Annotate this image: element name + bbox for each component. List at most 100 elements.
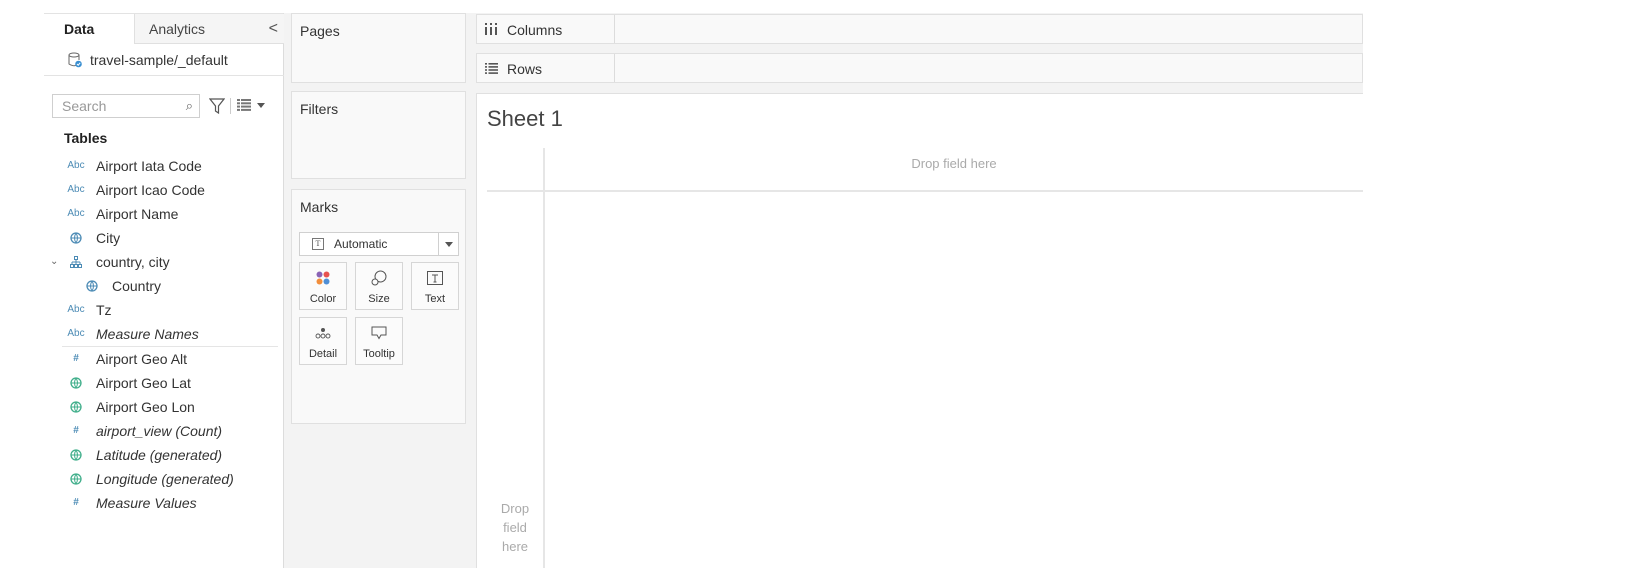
field-item[interactable]: City — [44, 226, 284, 250]
field-list: Abc Airport Iata Code Abc Airport Icao C… — [44, 154, 284, 515]
sheet-area: Sheet 1 Drop field here Drop field here — [473, 93, 1363, 568]
field-name: Airport Geo Lat — [96, 375, 191, 391]
detail-mark-label: Detail — [308, 348, 338, 360]
rows-shelf-label: Rows — [485, 54, 615, 82]
field-name: City — [96, 230, 121, 246]
field-item[interactable]: Latitude (generated) — [44, 443, 284, 467]
tab-analytics-label: Analytics — [149, 21, 206, 37]
field-name: Airport Geo Alt — [96, 351, 188, 367]
field-name: airport_view (Count) — [96, 423, 223, 439]
row-header-divider — [543, 148, 545, 568]
detail-mark-button[interactable]: Detail — [299, 317, 347, 365]
sheet-canvas: Sheet 1 Drop field here Drop field here — [476, 93, 1363, 568]
field-item[interactable]: Abc Airport Icao Code — [44, 178, 284, 202]
field-name: Airport Icao Code — [96, 182, 205, 198]
tab-analytics[interactable]: Analytics < — [134, 14, 284, 44]
rows-shelf: Rows — [476, 53, 1363, 83]
data-pane: Data Analytics < travel-sample/_default … — [44, 13, 284, 568]
datasource-label: travel-sample/_default — [90, 52, 228, 68]
datasource-item[interactable]: travel-sample/_default — [44, 44, 284, 76]
rows-icon — [485, 55, 501, 85]
number-type-icon: # — [73, 425, 79, 436]
chevron-down-icon[interactable]: ⌄ — [50, 250, 58, 274]
field-item[interactable]: Airport Geo Lon — [44, 395, 284, 419]
string-type-icon: Abc — [67, 184, 85, 195]
number-type-icon: # — [73, 353, 79, 364]
string-type-icon: Abc — [67, 304, 85, 315]
database-connected-icon — [68, 52, 82, 68]
color-mark-label: Color — [309, 293, 337, 305]
tooltip-icon — [356, 324, 402, 342]
text-icon — [412, 269, 458, 287]
search-icon: ⌕ — [185, 98, 193, 113]
column-header-divider — [487, 190, 1363, 192]
chevron-down-icon[interactable] — [438, 233, 458, 255]
columns-shelf-label: Columns — [485, 15, 615, 43]
rows-label: Rows — [507, 61, 543, 77]
text-mark-button[interactable]: Text — [411, 262, 459, 310]
tooltip-mark-button[interactable]: Tooltip — [355, 317, 403, 365]
columns-drop-zone[interactable] — [617, 15, 1362, 43]
tables-header: Tables — [64, 130, 108, 146]
field-name: Airport Iata Code — [96, 158, 202, 174]
view-list-icon[interactable] — [237, 99, 251, 111]
mark-type-select[interactable]: T Automatic — [299, 232, 459, 256]
search-row: Search ⌕ — [52, 94, 284, 118]
field-item[interactable]: # airport_view (Count) — [44, 419, 284, 443]
sheet-title[interactable]: Sheet 1 — [487, 106, 563, 132]
filter-icon[interactable] — [209, 97, 225, 115]
field-item[interactable]: Abc Tz — [44, 298, 284, 322]
field-item[interactable]: Country — [44, 274, 284, 298]
rows-drop-zone[interactable] — [617, 54, 1362, 82]
size-mark-button[interactable]: Size — [355, 262, 403, 310]
field-item[interactable]: # Airport Geo Alt — [44, 347, 284, 371]
columns-shelf: Columns — [476, 14, 1363, 44]
string-type-icon: Abc — [67, 160, 85, 171]
view-options-dropdown-icon[interactable] — [257, 103, 265, 108]
field-item[interactable]: Abc Measure Names — [44, 322, 284, 346]
text-mark-icon: T — [312, 238, 324, 250]
field-name: Airport Geo Lon — [96, 399, 195, 415]
field-name: country, city — [96, 254, 170, 270]
search-placeholder: Search — [62, 98, 107, 114]
color-dots-icon — [300, 269, 346, 287]
tab-data[interactable]: Data — [44, 14, 134, 44]
mark-type-value: Automatic — [334, 237, 388, 251]
row-drop-zone[interactable]: Drop field here — [487, 499, 543, 556]
marks-card: Marks T Automatic Color Size Text Detail… — [291, 189, 466, 424]
pages-card[interactable]: Pages — [291, 13, 466, 83]
field-item[interactable]: Airport Geo Lat — [44, 371, 284, 395]
field-item[interactable]: # Measure Values — [44, 491, 284, 515]
text-mark-label: Text — [424, 293, 446, 305]
filters-card[interactable]: Filters — [291, 91, 466, 179]
pages-card-title: Pages — [300, 23, 340, 39]
columns-label: Columns — [507, 22, 563, 38]
search-input[interactable]: Search ⌕ — [52, 94, 200, 118]
field-item-hierarchy[interactable]: ⌄ country, city — [44, 250, 284, 274]
string-type-icon: Abc — [67, 328, 85, 339]
column-drop-zone[interactable]: Drop field here — [545, 156, 1363, 171]
field-item[interactable]: Abc Airport Iata Code — [44, 154, 284, 178]
marks-card-title: Marks — [300, 199, 339, 215]
size-mark-label: Size — [368, 293, 390, 305]
field-name: Tz — [96, 302, 112, 318]
field-name: Measure Names — [96, 326, 199, 342]
toolbar-divider — [230, 98, 231, 114]
size-icon — [356, 269, 402, 287]
field-name: Latitude (generated) — [96, 447, 223, 463]
field-item[interactable]: Longitude (generated) — [44, 467, 284, 491]
pane-tabs: Data Analytics < — [44, 14, 284, 44]
tooltip-mark-label: Tooltip — [363, 348, 395, 360]
field-name: Airport Name — [96, 206, 179, 222]
number-type-icon: # — [73, 497, 79, 508]
field-name: Country — [112, 278, 162, 294]
field-item[interactable]: Abc Airport Name — [44, 202, 284, 226]
cards-column: Pages Filters Marks T Automatic Color Si… — [284, 13, 473, 568]
collapse-pane-icon[interactable]: < — [269, 14, 278, 44]
columns-icon — [485, 16, 501, 46]
filters-card-title: Filters — [300, 101, 339, 117]
color-mark-button[interactable]: Color — [299, 262, 347, 310]
field-name: Longitude (generated) — [96, 471, 234, 487]
string-type-icon: Abc — [67, 208, 85, 219]
detail-icon — [300, 324, 346, 342]
